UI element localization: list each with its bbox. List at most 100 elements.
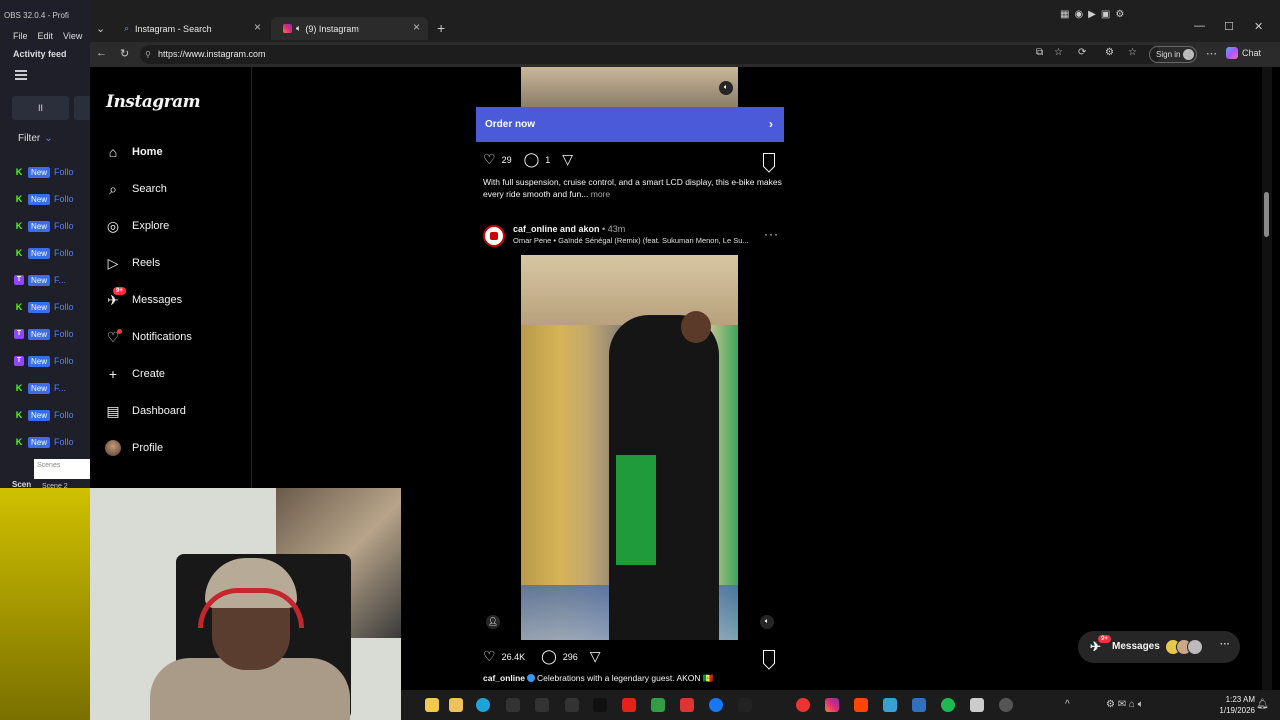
ad-post-media[interactable]: 🔈︎ (521, 67, 738, 107)
copilot-chat-button[interactable]: Chat (1226, 47, 1261, 59)
more-options-icon[interactable]: ⋯ (1206, 47, 1217, 60)
feed-item[interactable]: K New Follo (14, 219, 74, 233)
feed-item[interactable]: T New Follo (14, 327, 74, 341)
nav-messages[interactable]: ✈ 9+ Messages (105, 287, 182, 312)
instagram-icon[interactable] (825, 698, 839, 712)
caption-username[interactable]: caf_online (483, 673, 525, 683)
app-a-icon[interactable] (506, 698, 520, 712)
xbox-icon[interactable] (651, 698, 665, 712)
nav-reels[interactable]: ▷ Reels (105, 251, 161, 275)
feed-item[interactable]: K New Follo (14, 300, 74, 314)
favorites-icon[interactable]: ☆ (1128, 47, 1137, 58)
nav-search[interactable]: ⌕ Search (105, 177, 167, 201)
feed-item[interactable]: K New F... (14, 381, 66, 395)
feed-item[interactable]: K New Follo (14, 435, 74, 449)
x-icon[interactable] (738, 698, 752, 712)
post-avatar[interactable] (483, 225, 505, 247)
url-input[interactable]: ⚲ https://www.instagram.com (140, 45, 1160, 64)
tab-list-icon[interactable]: ⌄ (96, 22, 105, 35)
tab-instagram-search[interactable]: ⌕ Instagram - Search × (112, 17, 269, 40)
menu-view[interactable]: View (63, 31, 82, 41)
nav-explore[interactable]: ◎ Explore (105, 214, 169, 238)
tray-icons[interactable]: ⚙ ✉ ⌂ 🔈︎ (1106, 699, 1144, 710)
facebook-icon[interactable] (709, 698, 723, 712)
bookmark-icon[interactable] (763, 153, 775, 167)
pause-button[interactable]: II (12, 96, 69, 120)
filter-dropdown[interactable]: Filter ⌄ (18, 133, 53, 144)
mute-icon[interactable]: 🔈︎ (719, 81, 733, 95)
tab-instagram[interactable]: 🔈︎ (9) Instagram × (271, 17, 428, 40)
menu-edit[interactable]: Edit (38, 31, 54, 41)
app-icon[interactable] (912, 698, 926, 712)
more-options-icon[interactable]: ··· (764, 227, 779, 241)
close-icon[interactable]: × (254, 20, 261, 34)
back-icon[interactable]: ← (96, 47, 107, 59)
feed-item[interactable]: K New Follo (14, 408, 74, 422)
feed-item[interactable]: K New Follo (14, 192, 74, 206)
scrollbar[interactable] (1262, 67, 1272, 690)
feed-item[interactable]: T New F... (14, 273, 66, 287)
more-link[interactable]: more (591, 189, 610, 199)
minimize-icon[interactable]: — (1194, 20, 1205, 32)
maximize-icon[interactable]: ☐ (1224, 20, 1234, 33)
app-icon[interactable] (970, 698, 984, 712)
like-icon[interactable]: ♡ (483, 151, 496, 168)
mute-icon[interactable]: 🔈︎ (760, 615, 774, 629)
app-y-icon[interactable] (535, 698, 549, 712)
tiktok-icon[interactable] (593, 698, 607, 712)
feed-item[interactable]: T New Follo (14, 354, 74, 368)
app-icon[interactable] (680, 698, 694, 712)
twitch-icon: T (14, 356, 24, 366)
pause-button-secondary[interactable] (74, 96, 90, 120)
bookmark-icon[interactable] (763, 650, 775, 664)
open-in-app-icon[interactable]: ⧉ (1036, 47, 1043, 58)
app-icon[interactable] (883, 698, 897, 712)
app-icon[interactable] (854, 698, 868, 712)
ad-post-actions: ♡ 29 ◯ 1 ▽ (483, 151, 573, 168)
speaker-icon[interactable]: 🔈︎ (296, 23, 301, 34)
close-window-icon[interactable]: ✕ (1254, 20, 1263, 33)
comment-icon[interactable]: ◯ (524, 151, 540, 168)
comment-icon[interactable]: ◯ (541, 648, 557, 665)
nav-home[interactable]: ⌂ Home (105, 140, 163, 164)
site-info-icon[interactable]: ⚲ (145, 45, 151, 64)
menu-file[interactable]: File (13, 31, 28, 41)
share-icon[interactable]: ▽ (562, 151, 573, 168)
notification-icon[interactable]: 🔔︎ (1256, 699, 1269, 710)
settings-icon[interactable]: ⚙ (1105, 47, 1114, 58)
sign-in-button[interactable]: Sign in (1149, 46, 1197, 63)
new-tab-icon[interactable]: + (437, 20, 445, 36)
clock[interactable]: 1:23 AM 1/19/2026 (1199, 694, 1255, 716)
refresh-icon[interactable]: ↻ (120, 47, 129, 60)
post-usernames[interactable]: caf_online and akon (513, 224, 600, 234)
post-audio[interactable]: Omar Pene • Gaïndé Sénégal (Remix) (feat… (513, 236, 758, 245)
obs-icon[interactable] (999, 698, 1013, 712)
youtube-icon[interactable] (622, 698, 636, 712)
share-icon[interactable]: ▽ (590, 648, 601, 665)
tagged-user-icon[interactable]: 👤︎ (486, 615, 500, 629)
extensions-icon[interactable]: ⟳ (1078, 47, 1086, 58)
edge-icon[interactable] (476, 698, 490, 712)
spotify-icon[interactable] (941, 698, 955, 712)
tray-chevron-icon[interactable]: ^ (1065, 699, 1070, 710)
facebook-app-icon[interactable] (565, 698, 579, 712)
close-icon[interactable]: × (413, 20, 420, 34)
favorite-icon[interactable]: ☆ (1054, 47, 1063, 58)
file-explorer-icon[interactable] (425, 698, 439, 712)
scrollbar-thumb[interactable] (1264, 192, 1269, 237)
nav-notifications[interactable]: ♡ Notifications (105, 325, 192, 349)
nav-profile[interactable]: Profile (105, 436, 163, 460)
like-icon[interactable]: ♡ (483, 648, 496, 665)
instagram-logo[interactable]: Instagram (106, 92, 201, 112)
chrome-icon[interactable] (796, 698, 810, 712)
obs-toolbar-icons[interactable]: ▦◉▶▣⚙ (1060, 9, 1129, 20)
order-now-button[interactable]: Order now › (476, 107, 784, 142)
store-icon[interactable] (449, 698, 463, 712)
reel-video[interactable] (521, 255, 738, 640)
feed-item[interactable]: K New Follo (14, 246, 74, 260)
messages-pill[interactable]: ✈ 9+ Messages ··· (1078, 631, 1240, 663)
nav-dashboard[interactable]: ▤ Dashboard (105, 399, 185, 423)
hamburger-icon[interactable] (15, 70, 27, 80)
feed-item[interactable]: K New Follo (14, 165, 74, 179)
nav-create[interactable]: + Create (105, 362, 165, 386)
